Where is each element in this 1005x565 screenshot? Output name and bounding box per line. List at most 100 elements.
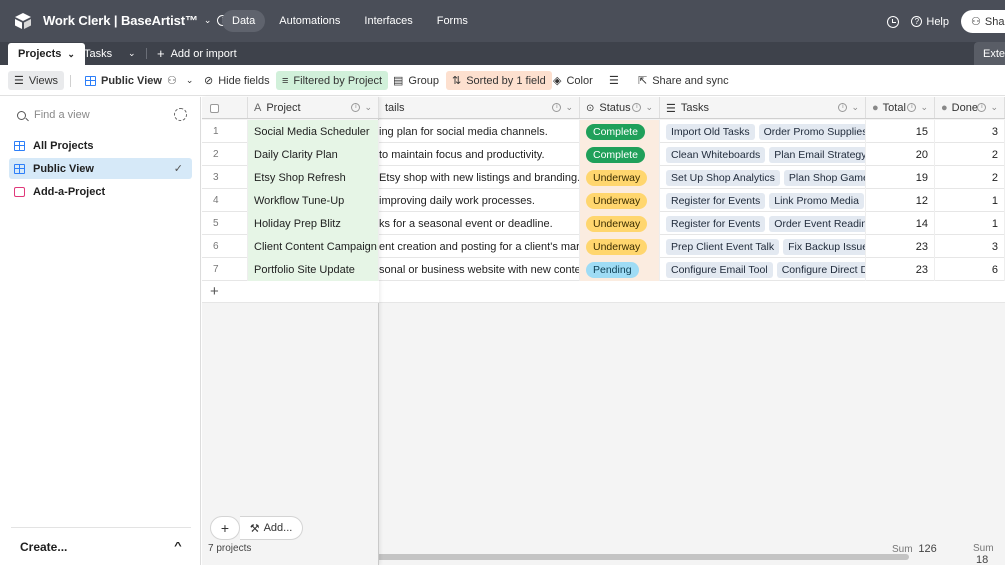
cell-details[interactable]: to maintain focus and productivity. bbox=[379, 143, 580, 166]
table-row[interactable]: 5 Holiday Prep Blitz bbox=[202, 212, 379, 235]
cell-tasks[interactable]: Register for EventsOrder Event ReadingMa bbox=[660, 212, 866, 235]
chevron-down-icon[interactable]: ⌄ bbox=[851, 102, 859, 113]
linked-task-chip[interactable]: Import Old Tasks bbox=[666, 123, 755, 140]
add-row-button[interactable]: + bbox=[202, 281, 379, 303]
info-icon[interactable]: i bbox=[351, 103, 361, 112]
cell-details[interactable]: improving daily work processes. bbox=[379, 189, 580, 212]
cell-project[interactable]: Etsy Shop Refresh bbox=[248, 166, 379, 189]
cell-total[interactable]: 19 bbox=[866, 166, 935, 189]
table-row[interactable]: Etsy shop with new listings and branding… bbox=[379, 166, 1005, 189]
table-row[interactable]: ing plan for social media channels. Compl… bbox=[379, 120, 1005, 143]
cell-tasks[interactable]: Configure Email ToolConfigure Direct Dep… bbox=[660, 258, 866, 281]
nav-tab-forms[interactable]: Forms bbox=[427, 10, 478, 32]
linked-task-chip[interactable]: Register for Events bbox=[666, 192, 766, 209]
cell-project[interactable]: Client Content Campaign bbox=[248, 235, 379, 258]
cell-done[interactable]: 2 bbox=[935, 143, 1005, 166]
create-view-button[interactable]: Create... ^ bbox=[11, 527, 191, 565]
info-icon[interactable]: i bbox=[552, 103, 562, 112]
nav-tab-automations[interactable]: Automations bbox=[269, 10, 350, 32]
table-row[interactable]: 4 Workflow Tune-Up bbox=[202, 189, 379, 212]
chevron-down-icon[interactable]: ⌄ bbox=[645, 102, 653, 113]
info-icon[interactable]: i bbox=[632, 103, 642, 112]
column-header-tasks[interactable]: ☰ Tasks i ⌄ bbox=[660, 97, 866, 118]
column-header-total[interactable]: ● Total i ⌄ bbox=[866, 97, 935, 118]
cell-done[interactable]: 3 bbox=[935, 120, 1005, 143]
linked-task-chip[interactable]: Fix Backup Issues bbox=[783, 238, 865, 255]
cell-total[interactable]: 14 bbox=[866, 212, 935, 235]
cell-tasks[interactable]: Import Old TasksOrder Promo SuppliesPla bbox=[660, 120, 866, 143]
cell-project[interactable]: Holiday Prep Blitz bbox=[248, 212, 379, 235]
sidebar-item-add-a-project[interactable]: Add-a-Project bbox=[9, 181, 192, 202]
color-button[interactable]: ◈ Color bbox=[547, 71, 599, 90]
table-row[interactable]: 6 Client Content Campaign bbox=[202, 235, 379, 258]
help-button[interactable]: ? Help bbox=[911, 16, 949, 28]
cell-total[interactable]: 20 bbox=[866, 143, 935, 166]
column-header-project[interactable]: A Project i ⌄ bbox=[248, 97, 379, 118]
chevron-down-icon[interactable]: ⌄ bbox=[364, 102, 372, 113]
group-button[interactable]: ▤ Group bbox=[387, 71, 445, 90]
chevron-down-icon[interactable]: ⌄ bbox=[990, 102, 998, 113]
cell-tasks[interactable]: Register for EventsLink Promo MediaSet U bbox=[660, 189, 866, 212]
share-button[interactable]: ⚇ Share bbox=[961, 10, 1005, 33]
cell-total[interactable]: 15 bbox=[866, 120, 935, 143]
nav-tab-interfaces[interactable]: Interfaces bbox=[354, 10, 422, 32]
base-name-menu[interactable]: Work Clerk | BaseArtist™ ⌄ i bbox=[43, 13, 229, 28]
table-row[interactable]: 7 Portfolio Site Update bbox=[202, 258, 379, 281]
add-record-button[interactable]: + bbox=[210, 516, 240, 540]
sort-button[interactable]: ⇅ Sorted by 1 field bbox=[446, 71, 552, 90]
cell-project[interactable]: Workflow Tune-Up bbox=[248, 189, 379, 212]
chevron-down-icon[interactable]: ⌄ bbox=[67, 49, 75, 60]
table-row[interactable]: 1 Social Media Scheduler bbox=[202, 120, 379, 143]
cell-status[interactable]: Underway bbox=[580, 212, 660, 235]
sidebar-item-all-projects[interactable]: All Projects bbox=[9, 135, 192, 156]
linked-task-chip[interactable]: Plan Shop Game Event bbox=[783, 169, 865, 186]
table-tab-tasks[interactable]: Tasks bbox=[84, 42, 112, 65]
gear-icon[interactable] bbox=[174, 108, 187, 121]
cell-total[interactable]: 23 bbox=[866, 258, 935, 281]
chevron-down-icon[interactable]: ⌄ bbox=[920, 102, 928, 113]
find-view-search[interactable]: Find a view bbox=[17, 107, 187, 123]
table-row[interactable]: improving daily work processes. Underway R… bbox=[379, 189, 1005, 212]
cell-status[interactable]: Pending bbox=[580, 258, 660, 281]
linked-task-chip[interactable]: Prep Client Event Talk bbox=[666, 238, 780, 255]
base-logo-icon[interactable] bbox=[13, 12, 33, 30]
table-tab-projects[interactable]: Projects ⌄ bbox=[8, 43, 85, 65]
cell-project[interactable]: Portfolio Site Update bbox=[248, 258, 379, 281]
linked-task-chip[interactable]: Configure Email Tool bbox=[666, 261, 773, 278]
info-icon[interactable]: i bbox=[907, 103, 917, 112]
cell-tasks[interactable]: Set Up Shop AnalyticsPlan Shop Game Even… bbox=[660, 166, 866, 189]
table-row[interactable]: ks for a seasonal event or deadline. Unde… bbox=[379, 212, 1005, 235]
cell-status[interactable]: Underway bbox=[580, 166, 660, 189]
views-toggle-button[interactable]: ☰ Views bbox=[8, 71, 65, 90]
share-sync-button[interactable]: ⇱ Share and sync bbox=[632, 71, 735, 90]
filter-button[interactable]: ≡ Filtered by Project bbox=[276, 71, 389, 90]
hide-fields-button[interactable]: ⊘ Hide fields bbox=[198, 71, 276, 90]
select-all-checkbox[interactable] bbox=[202, 97, 248, 118]
cell-total[interactable]: 23 bbox=[866, 235, 935, 258]
cell-details[interactable]: Etsy shop with new listings and branding… bbox=[379, 166, 580, 189]
cell-total[interactable]: 12 bbox=[866, 189, 935, 212]
column-header-done[interactable]: ● Done i ⌄ bbox=[935, 97, 1005, 118]
column-header-details[interactable]: tails i ⌄ bbox=[379, 97, 580, 118]
linked-task-chip[interactable]: Clean Whiteboards bbox=[666, 146, 766, 163]
cell-tasks[interactable]: Prep Client Event TalkFix Backup IssuesS… bbox=[660, 235, 866, 258]
cell-details[interactable]: ks for a seasonal event or deadline. bbox=[379, 212, 580, 235]
cell-done[interactable]: 1 bbox=[935, 189, 1005, 212]
table-row[interactable]: 2 Daily Clarity Plan bbox=[202, 143, 379, 166]
info-icon[interactable]: i bbox=[838, 103, 848, 112]
add-or-import-button[interactable]: + Add or import bbox=[157, 42, 237, 65]
add-with-ai-button[interactable]: ⚒ Add... bbox=[240, 516, 303, 540]
linked-task-chip[interactable]: Order Promo Supplies bbox=[758, 123, 865, 140]
linked-task-chip[interactable]: Set Up Shop Analytics bbox=[666, 169, 780, 186]
linked-task-chip[interactable]: Plan Email Strategy bbox=[769, 146, 865, 163]
cell-status[interactable]: Complete bbox=[580, 120, 660, 143]
cell-details[interactable]: ent creation and posting for a client's … bbox=[379, 235, 580, 258]
cell-details[interactable]: sonal or business website with new conte… bbox=[379, 258, 580, 281]
table-row[interactable]: sonal or business website with new conte… bbox=[379, 258, 1005, 281]
view-switcher-button[interactable]: Public View ⚇ ⌄ bbox=[79, 71, 199, 90]
cell-status[interactable]: Underway bbox=[580, 189, 660, 212]
table-row[interactable]: to maintain focus and productivity. Compl… bbox=[379, 143, 1005, 166]
all-tables-chevron-icon[interactable]: ⌄ bbox=[128, 42, 136, 65]
cell-details[interactable]: ing plan for social media channels. bbox=[379, 120, 580, 143]
cell-tasks[interactable]: Clean WhiteboardsPlan Email StrategyPlan bbox=[660, 143, 866, 166]
